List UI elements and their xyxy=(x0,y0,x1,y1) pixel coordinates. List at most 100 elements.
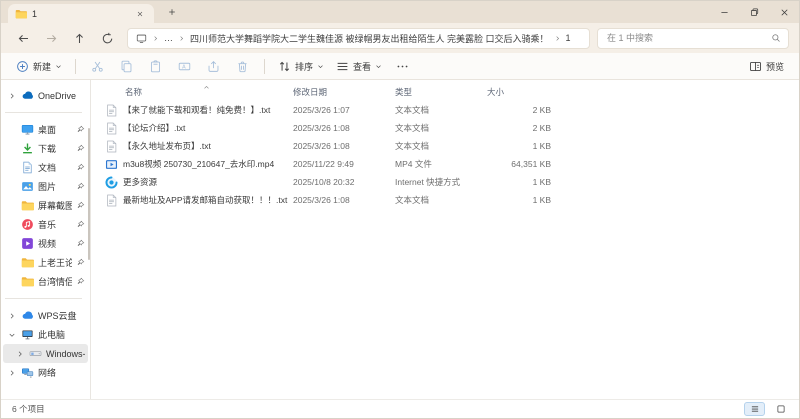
tab-title: 1 xyxy=(32,8,38,19)
chevron-right-icon[interactable] xyxy=(7,312,17,320)
file-name-cell[interactable]: 最新地址及APP请发邮箱自动获取！！！.txt xyxy=(105,193,293,207)
chevron-down-icon[interactable] xyxy=(7,331,17,339)
new-tab-button[interactable] xyxy=(164,4,180,20)
file-row[interactable]: m3u8视频 250730_210647_去水印.mp4 2025/11/22 9… xyxy=(91,155,799,173)
pin-icon xyxy=(76,220,85,229)
column-header-size[interactable]: 大小 xyxy=(487,86,551,98)
copy-button[interactable] xyxy=(112,55,141,77)
file-name-cell[interactable]: 【永久地址发布页】.txt xyxy=(105,139,293,153)
sidebar-divider xyxy=(5,112,82,113)
sidebar-item-this-pc[interactable]: 此电脑 xyxy=(3,325,88,344)
minimize-button[interactable] xyxy=(709,1,739,23)
refresh-button[interactable] xyxy=(95,26,120,50)
explorer-tab[interactable]: 1 xyxy=(8,4,154,23)
sidebar-item-videos[interactable]: 视频 xyxy=(3,234,88,253)
tab-close-icon[interactable] xyxy=(133,7,147,21)
search-input[interactable] xyxy=(605,32,766,44)
file-name[interactable]: 【来了就能下载和观看！纯免费！】.txt xyxy=(123,104,270,116)
new-button[interactable]: 新建 xyxy=(10,55,68,77)
sidebar-item-music[interactable]: 音乐 xyxy=(3,215,88,234)
folder-icon xyxy=(15,8,27,20)
file-type: Internet 快捷方式 xyxy=(395,177,461,187)
sidebar-item-label: 台湾情侣大尺 xyxy=(38,277,72,287)
new-label: 新建 xyxy=(33,61,52,72)
file-name[interactable]: 更多资源 xyxy=(123,176,157,188)
sidebar-item-label: 上老王论坛当 xyxy=(38,258,72,268)
file-name-cell[interactable]: 更多资源 xyxy=(105,175,293,189)
sidebar-item-label: Windows-SSD xyxy=(46,348,85,359)
file-row[interactable]: 【永久地址发布页】.txt 2025/3/26 1:08 文本文档 1 KB xyxy=(91,137,799,155)
file-name[interactable]: 【论坛介绍】.txt xyxy=(123,122,185,134)
folder-icon xyxy=(21,256,34,269)
sort-label: 排序 xyxy=(295,61,314,72)
breadcrumb-separator-icon xyxy=(554,35,561,42)
rename-button[interactable]: A xyxy=(170,55,199,77)
cut-icon xyxy=(91,60,104,73)
up-button[interactable] xyxy=(67,26,92,50)
address-bar[interactable]: … 四川师范大学舞蹈学院大二学生魏佳源 被绿帽男友出租给陌生人 完美露脸 口交后… xyxy=(127,27,590,49)
view-label: 查看 xyxy=(353,61,372,72)
sidebar-item-folder-taiwan[interactable]: 台湾情侣大尺 xyxy=(3,272,88,291)
file-row[interactable]: 更多资源 2025/10/8 20:32 Internet 快捷方式 1 KB xyxy=(91,173,799,191)
file-name-cell[interactable]: 【论坛介绍】.txt xyxy=(105,121,293,135)
sidebar-item-downloads[interactable]: 下载 xyxy=(3,139,88,158)
more-options-button[interactable] xyxy=(388,55,417,77)
column-header-name[interactable]: 名称 xyxy=(105,86,293,98)
command-toolbar: 新建 A 排序 查看 预览 xyxy=(1,53,799,80)
file-row[interactable]: 【论坛介绍】.txt 2025/3/26 1:08 文本文档 2 KB xyxy=(91,119,799,137)
preview-button[interactable]: 预览 xyxy=(743,55,790,77)
breadcrumb-current[interactable]: 1 xyxy=(566,33,571,43)
forward-button[interactable] xyxy=(39,26,64,50)
sidebar-item-label: 网络 xyxy=(38,368,57,378)
restore-button[interactable] xyxy=(739,1,769,23)
file-size: 1 KB xyxy=(532,177,551,187)
chevron-down-icon xyxy=(375,63,382,70)
column-header-type[interactable]: 类型 xyxy=(395,86,487,98)
close-button[interactable] xyxy=(769,1,799,23)
sort-button[interactable]: 排序 xyxy=(272,55,330,77)
sidebar-item-wps-cloud[interactable]: WPS云盘 xyxy=(3,306,88,325)
paste-button[interactable] xyxy=(141,55,170,77)
chevron-right-icon[interactable] xyxy=(7,369,17,377)
file-name[interactable]: 最新地址及APP请发邮箱自动获取！！！.txt xyxy=(123,194,287,206)
file-name-cell[interactable]: m3u8视频 250730_210647_去水印.mp4 xyxy=(105,158,293,171)
file-size: 64,351 KB xyxy=(511,159,551,169)
share-button[interactable] xyxy=(199,55,228,77)
file-name[interactable]: 【永久地址发布页】.txt xyxy=(123,140,211,152)
sidebar-item-windows-ssd[interactable]: Windows-SSD xyxy=(3,344,88,363)
chevron-right-icon[interactable] xyxy=(7,92,17,100)
large-icons-view-toggle[interactable] xyxy=(770,402,791,416)
thispc-icon xyxy=(21,328,34,341)
sidebar-item-network[interactable]: 网络 xyxy=(3,363,88,382)
back-button[interactable] xyxy=(11,26,36,50)
breadcrumb-folder[interactable]: 四川师范大学舞蹈学院大二学生魏佳源 被绿帽男友出租给陌生人 完美露脸 口交后入骑… xyxy=(190,32,549,45)
downloads-icon xyxy=(21,142,34,155)
chevron-right-icon[interactable] xyxy=(15,350,25,358)
new-icon xyxy=(16,60,29,73)
file-type: 文本文档 xyxy=(395,105,430,115)
details-view-toggle[interactable] xyxy=(744,402,765,416)
sidebar-divider xyxy=(5,298,82,299)
file-row[interactable]: 【来了就能下载和观看！纯免费！】.txt 2025/3/26 1:07 文本文档 2 … xyxy=(91,101,799,119)
delete-button[interactable] xyxy=(228,55,257,77)
file-name[interactable]: m3u8视频 250730_210647_去水印.mp4 xyxy=(123,158,274,170)
file-date: 2025/3/26 1:08 xyxy=(293,123,350,133)
sidebar-item-desktop[interactable]: 桌面 xyxy=(3,120,88,139)
sidebar-item-screenshots[interactable]: 屏幕截图 xyxy=(3,196,88,215)
file-type: 文本文档 xyxy=(395,123,430,133)
view-button[interactable]: 查看 xyxy=(330,55,388,77)
pin-icon xyxy=(76,163,85,172)
sidebar-item-label: 文档 xyxy=(38,163,57,173)
breadcrumb-ellipsis[interactable]: … xyxy=(164,33,173,43)
sidebar-item-pictures[interactable]: 图片 xyxy=(3,177,88,196)
column-header-date[interactable]: 修改日期 xyxy=(293,86,395,98)
sidebar-item-folder-laowang[interactable]: 上老王论坛当 xyxy=(3,253,88,272)
sidebar-item-documents[interactable]: 文档 xyxy=(3,158,88,177)
cut-button[interactable] xyxy=(83,55,112,77)
toolbar-divider xyxy=(75,58,77,74)
sidebar-item-onedrive[interactable]: OneDrive xyxy=(3,86,88,105)
file-name-cell[interactable]: 【来了就能下载和观看！纯免费！】.txt xyxy=(105,103,293,117)
file-row[interactable]: 最新地址及APP请发邮箱自动获取！！！.txt 2025/3/26 1:08 文本文… xyxy=(91,191,799,209)
pictures-icon xyxy=(21,180,34,193)
sidebar-scrollbar[interactable] xyxy=(88,128,90,260)
